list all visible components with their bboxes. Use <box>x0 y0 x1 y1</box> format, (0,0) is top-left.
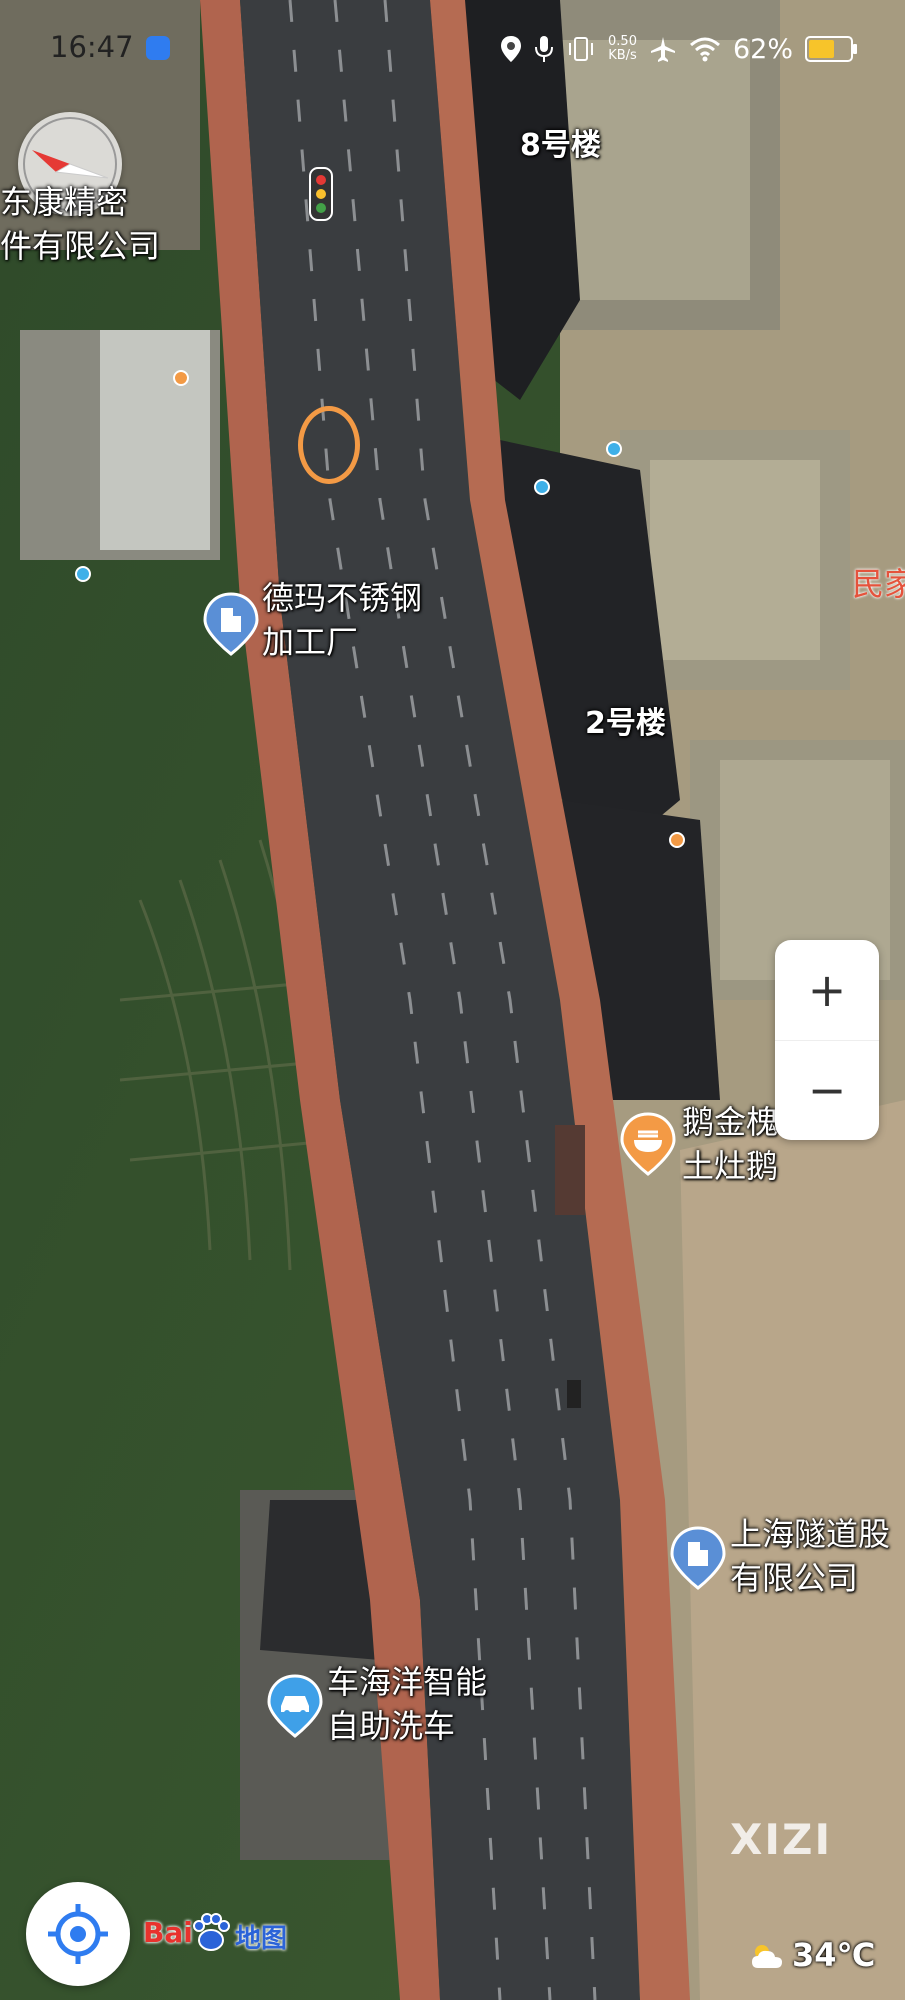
poi-label-kangjingmi[interactable]: 东康精密 件有限公司 <box>0 180 160 268</box>
locate-me-button[interactable] <box>26 1882 130 1986</box>
crosshair-icon <box>48 1904 108 1964</box>
baidu-map-logo: Bai 地图 <box>143 1912 293 1954</box>
network-speed: 0.50 KB/s <box>608 35 637 63</box>
building-label-8[interactable]: 8号楼 <box>520 124 601 168</box>
net-speed-value: 0.50 <box>608 34 637 49</box>
paw-icon <box>193 1913 230 1951</box>
car-wash-poi-icon[interactable] <box>267 1674 323 1738</box>
weather-widget[interactable]: 34℃ <box>748 1936 875 1980</box>
poi-label-line: 有限公司 <box>730 1559 859 1597</box>
poi-dot-orange[interactable] <box>669 832 685 848</box>
battery-level-fill <box>809 40 834 58</box>
poi-label-line: 上海隧道股 <box>730 1515 891 1553</box>
selected-location-marker[interactable] <box>298 406 360 484</box>
zoom-out-button[interactable]: − <box>775 1040 879 1140</box>
poi-dot-orange[interactable] <box>173 370 189 386</box>
poi-label-line: 德玛不锈钢 <box>262 579 423 617</box>
poi-label-line: 件有限公司 <box>0 227 161 265</box>
vibrate-icon <box>569 37 594 61</box>
temperature: 34℃ <box>792 1936 876 1974</box>
traffic-light-icon[interactable] <box>308 166 334 222</box>
app-indicator-icon <box>146 36 170 60</box>
poi-label-tunnel[interactable]: 上海隧道股 有限公司 <box>730 1512 890 1600</box>
poi-label-carwash[interactable]: 车海洋智能 自助洗车 <box>327 1660 487 1748</box>
airplane-icon <box>650 37 675 62</box>
location-icon <box>501 36 522 62</box>
logo-text-bai: Bai <box>143 1916 193 1949</box>
poi-dot-blue[interactable] <box>75 566 91 582</box>
partly-cloudy-icon <box>752 1945 782 1968</box>
battery-icon <box>805 36 857 62</box>
satellite-map[interactable]: 16:47 0.50 KB/s 62% 东康精密 件有限公司 8号楼 民家 德玛… <box>0 0 905 2000</box>
wifi-icon <box>690 37 720 62</box>
zoom-in-button[interactable]: + <box>775 940 879 1040</box>
restaurant-poi-icon[interactable] <box>620 1112 676 1176</box>
poi-label-line: 车海洋智能 <box>327 1663 488 1701</box>
poi-dot-blue[interactable] <box>606 441 622 457</box>
poi-label-dema[interactable]: 德玛不锈钢 加工厂 <box>262 576 422 664</box>
net-speed-unit: KB/s <box>608 48 637 63</box>
logo-text-ditu: 地图 <box>235 1924 288 1954</box>
poi-label-line: 加工厂 <box>262 623 359 661</box>
poi-label-line: 自助洗车 <box>327 1707 456 1745</box>
status-bar: 16:47 0.50 KB/s 62% <box>0 0 905 100</box>
status-icons: 0.50 KB/s 62% <box>500 28 857 70</box>
status-time: 16:47 <box>50 30 134 64</box>
building-poi-icon[interactable] <box>670 1526 726 1590</box>
poi-dot-blue[interactable] <box>534 479 550 495</box>
poi-label-line: 土灶鹅 <box>682 1147 779 1185</box>
zoom-control: + − <box>775 940 879 1140</box>
building-label-2[interactable]: 2号楼 <box>585 702 666 746</box>
poi-label-line: 东康精密 <box>0 183 129 221</box>
building-poi-icon[interactable] <box>203 592 259 656</box>
battery-percent: 62% <box>732 33 793 65</box>
watermark: XIZI <box>730 1815 833 1864</box>
microphone-icon <box>535 36 554 62</box>
poi-label-minjia[interactable]: 民家 <box>852 562 905 606</box>
